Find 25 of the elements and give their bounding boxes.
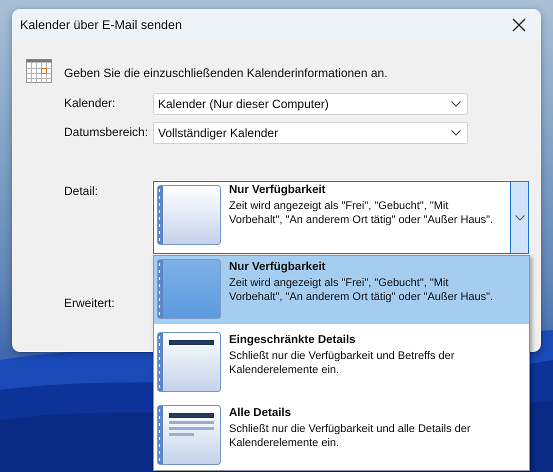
option-description: Zeit wird angezeigt als "Frei", "Gebucht", "Mit Vorbehalt", "An anderem Ort tätig" oder "Außer Haus". [229, 199, 494, 227]
option-title: Eingeschränkte Details [229, 334, 357, 346]
option-description: Schließt nur die Verfügbarkeit und Betreffs der Kalenderelemente ein. [229, 349, 456, 377]
detail-dropdown[interactable]: Nur Verfügbarkeit Zeit wird angezeigt als "Frei", "Gebucht", "Mit Vorbehalt", "An anderem Ort tätig" oder "Außer Haus". [153, 181, 529, 254]
option-description: Schließt nur die Verfügbarkeit und alle Details der Kalenderelemente ein. [229, 422, 472, 450]
calendar-icon [26, 59, 52, 83]
chevron-icon [451, 130, 461, 136]
option-title: Alle Details [229, 407, 292, 419]
option-title: Nur Verfügbarkeit [229, 184, 326, 196]
dropdown[interactable]: Kalender (Nur dieser Computer) [153, 93, 468, 115]
field-label: Datumsbereich: [64, 124, 150, 139]
option-title: Nur Verfügbarkeit [229, 261, 326, 273]
dropdown[interactable]: Vollständiger Kalender [153, 122, 468, 144]
field-label: Detail: [64, 183, 100, 198]
close-icon [512, 18, 526, 32]
instruction-text: Geben Sie die einzuschließenden Kalenderinformationen an. [64, 66, 388, 80]
preview-icon [157, 185, 221, 245]
field-label: Erweitert: [64, 295, 116, 310]
dropdown-option[interactable]: Eingeschränkte Details Schließt nur die Verfügbarkeit und Betreffs der Kalenderelemente ein. [154, 329, 529, 397]
window-title: Kalender über E-Mail senden [20, 18, 182, 32]
dropdown-option[interactable]: Nur Verfügbarkeit Zeit wird angezeigt als "Frei", "Gebucht", "Mit Vorbehalt", "An anderem Ort tätig" oder "Außer Haus". [154, 256, 529, 324]
dropdown-option[interactable]: Alle Details Schließt nur die Verfügbarkeit und alle Details der Kalenderelemente ein. [154, 402, 529, 470]
chevron-icon [451, 101, 461, 107]
option-description: Zeit wird angezeigt als "Frei", "Gebucht", "Mit Vorbehalt", "An anderem Ort tätig" oder "Außer Haus". [229, 276, 494, 304]
field-label: Kalender: [64, 95, 116, 110]
